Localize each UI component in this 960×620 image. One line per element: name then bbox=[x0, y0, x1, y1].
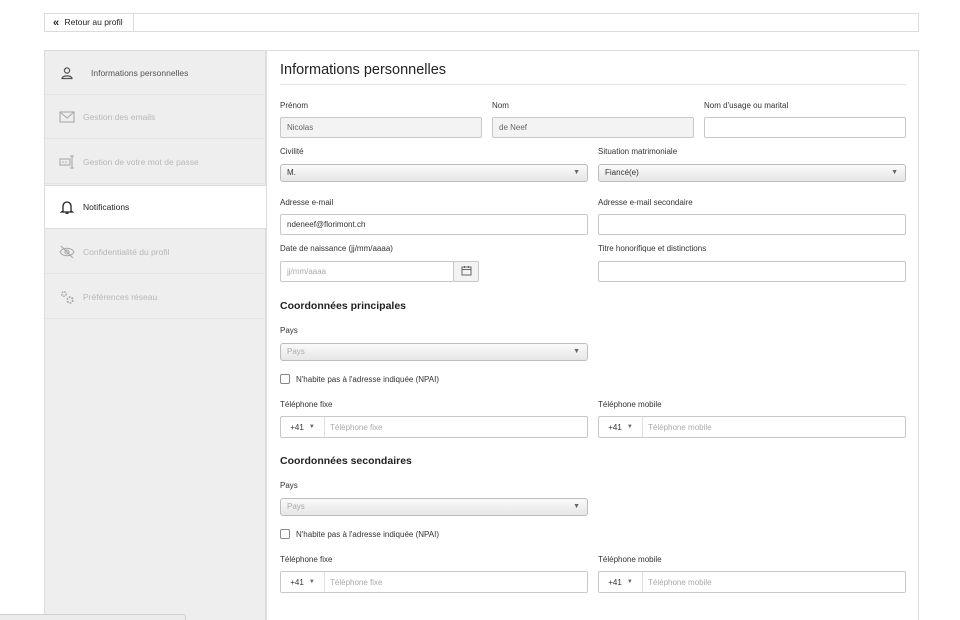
tel-fixe-label: Téléphone fixe bbox=[280, 400, 333, 409]
caret-down-icon: ▼ bbox=[573, 503, 580, 510]
title-divider bbox=[280, 84, 906, 85]
prenom-field[interactable]: Nicolas bbox=[280, 117, 482, 138]
calendar-button[interactable] bbox=[453, 261, 479, 282]
titre-field[interactable] bbox=[598, 261, 906, 282]
tel-mobile-label: Téléphone mobile bbox=[598, 555, 662, 564]
top-bar: « Retour au profil bbox=[44, 13, 919, 32]
back-link-label: Retour au profil bbox=[64, 17, 123, 27]
sidebar-item-notifications[interactable]: Notifications bbox=[45, 185, 268, 229]
tel-fixe-label: Téléphone fixe bbox=[280, 555, 333, 564]
bell-icon bbox=[59, 199, 75, 215]
tel-fixe-field-secondary[interactable]: +41 ▼ Téléphone fixe bbox=[280, 571, 588, 593]
pays-placeholder: Pays bbox=[287, 502, 305, 511]
npai-row: N'habite pas à l'adresse indiquée (NPAI) bbox=[280, 374, 439, 384]
page-title: Informations personnelles bbox=[280, 62, 447, 78]
caret-down-icon: ▼ bbox=[573, 169, 580, 176]
pays-select[interactable]: Pays ▼ bbox=[280, 343, 588, 361]
sidebar-item-label: Gestion de votre mot de passe bbox=[83, 156, 199, 167]
country-code-select[interactable]: +41 ▼ bbox=[281, 417, 325, 437]
sidebar-item-privacy[interactable]: Confidentialité du profil bbox=[45, 230, 265, 274]
nom-usage-field[interactable] bbox=[704, 117, 906, 138]
situation-label: Situation matrimoniale bbox=[598, 147, 678, 156]
sidebar-item-network-prefs[interactable]: Préférences réseau bbox=[45, 275, 265, 319]
naissance-field[interactable]: jj/mm/aaaa bbox=[280, 261, 454, 282]
npai-row-secondary: N'habite pas à l'adresse indiquée (NPAI) bbox=[280, 529, 439, 539]
eye-slash-icon bbox=[59, 244, 75, 260]
email-field[interactable]: ndeneef@florimont.ch bbox=[280, 214, 588, 235]
browser-status-bar bbox=[0, 614, 186, 620]
country-code-select[interactable]: +41 ▼ bbox=[281, 572, 325, 592]
sidebar-item-label: Gestion des emails bbox=[83, 111, 156, 122]
sidebar-item-label: Notifications bbox=[83, 202, 130, 212]
email2-field[interactable] bbox=[598, 214, 906, 235]
nom-usage-label: Nom d'usage ou marital bbox=[704, 101, 789, 110]
pays-label: Pays bbox=[280, 326, 298, 335]
email-label: Adresse e-mail bbox=[280, 198, 334, 207]
situation-select[interactable]: Fiancé(e) ▼ bbox=[598, 164, 906, 182]
sidebar-item-label: Préférences réseau bbox=[83, 291, 158, 302]
caret-down-icon: ▼ bbox=[308, 579, 315, 585]
npai-label: N'habite pas à l'adresse indiquée (NPAI) bbox=[296, 374, 439, 384]
npai-checkbox[interactable] bbox=[280, 529, 290, 539]
country-code-value: +41 bbox=[290, 422, 304, 432]
gears-icon bbox=[59, 289, 75, 305]
country-code-value: +41 bbox=[290, 577, 304, 587]
sidebar: Informations personnelles Gestion des em… bbox=[44, 50, 268, 620]
titre-label: Titre honorifique et distinctions bbox=[598, 244, 707, 253]
calendar-icon bbox=[461, 265, 472, 278]
tel-fixe-input[interactable]: Téléphone fixe bbox=[325, 578, 382, 587]
sidebar-item-emails[interactable]: Gestion des emails bbox=[45, 95, 265, 139]
pays-select-secondary[interactable]: Pays ▼ bbox=[280, 498, 588, 516]
email2-label: Adresse e-mail secondaire bbox=[598, 198, 693, 207]
caret-down-icon: ▼ bbox=[626, 424, 633, 430]
prenom-label: Prénom bbox=[280, 101, 309, 110]
naissance-label: Date de naissance (jj/mm/aaaa) bbox=[280, 244, 393, 253]
sidebar-item-personal-info[interactable]: Informations personnelles bbox=[45, 51, 265, 95]
section-title-main-contact: Coordonnées principales bbox=[280, 300, 407, 312]
npai-label: N'habite pas à l'adresse indiquée (NPAI) bbox=[296, 529, 439, 539]
tel-fixe-field[interactable]: +41 ▼ Téléphone fixe bbox=[280, 416, 588, 438]
country-code-select[interactable]: +41 ▼ bbox=[599, 417, 643, 437]
sidebar-item-label: Informations personnelles bbox=[91, 67, 189, 78]
civilite-label: Civilité bbox=[280, 147, 304, 156]
double-chevron-left-icon: « bbox=[53, 17, 60, 29]
sidebar-item-label: Confidentialité du profil bbox=[83, 246, 170, 257]
civilite-value: M. bbox=[287, 168, 296, 177]
pays-label: Pays bbox=[280, 481, 298, 490]
situation-value: Fiancé(e) bbox=[605, 168, 639, 177]
tel-mobile-input[interactable]: Téléphone mobile bbox=[643, 578, 712, 587]
caret-down-icon: ▼ bbox=[891, 169, 898, 176]
nom-label: Nom bbox=[492, 101, 509, 110]
tel-fixe-input[interactable]: Téléphone fixe bbox=[325, 423, 382, 432]
pays-placeholder: Pays bbox=[287, 347, 305, 356]
envelope-icon bbox=[59, 109, 75, 125]
user-icon bbox=[59, 65, 75, 81]
caret-down-icon: ▼ bbox=[573, 348, 580, 355]
section-title-secondary-contact: Coordonnées secondaires bbox=[280, 455, 412, 467]
npai-checkbox[interactable] bbox=[280, 374, 290, 384]
caret-down-icon: ▼ bbox=[308, 424, 315, 430]
tel-mobile-field[interactable]: +41 ▼ Téléphone mobile bbox=[598, 416, 906, 438]
civilite-select[interactable]: M. ▼ bbox=[280, 164, 588, 182]
caret-down-icon: ▼ bbox=[626, 579, 633, 585]
sidebar-item-password[interactable]: Gestion de votre mot de passe bbox=[45, 140, 265, 184]
main-panel: Informations personnelles Prénom Nicolas… bbox=[266, 50, 919, 620]
country-code-value: +41 bbox=[608, 422, 622, 432]
back-to-profile-link[interactable]: « Retour au profil bbox=[53, 14, 134, 31]
country-code-value: +41 bbox=[608, 577, 622, 587]
tel-mobile-field-secondary[interactable]: +41 ▼ Téléphone mobile bbox=[598, 571, 906, 593]
nom-field[interactable]: de Neef bbox=[492, 117, 694, 138]
country-code-select[interactable]: +41 ▼ bbox=[599, 572, 643, 592]
password-field-icon bbox=[59, 154, 75, 170]
tel-mobile-label: Téléphone mobile bbox=[598, 400, 662, 409]
tel-mobile-input[interactable]: Téléphone mobile bbox=[643, 423, 712, 432]
